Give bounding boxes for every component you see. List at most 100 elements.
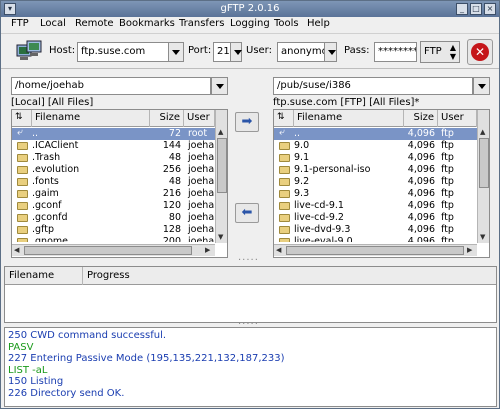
local-file-row[interactable]: .Trash 48 joehab <box>12 152 215 164</box>
local-path-input[interactable]: /home/joehab <box>11 77 211 95</box>
transfer-queue[interactable]: Filename Progress <box>4 266 497 323</box>
folder-icon <box>17 190 28 198</box>
right-arrow-icon: ➡ <box>241 114 253 129</box>
local-file-list[interactable]: ⇅ Filename Size User ⤶.. 72 root .ICAClient… <box>11 109 228 258</box>
maximize-icon[interactable]: □ <box>470 3 482 15</box>
local-file-row[interactable]: ⤶.. 72 root <box>12 128 215 140</box>
remote-col-filename[interactable]: Filename <box>294 110 404 127</box>
remote-path-input[interactable]: /pub/suse/i386 <box>273 77 473 95</box>
log-line: LIST -aL <box>8 364 48 376</box>
file-size: 216 <box>162 188 181 199</box>
remote-file-row[interactable]: 9.3 4,096 ftp <box>274 188 477 200</box>
download-button[interactable]: ⬅ <box>235 203 259 223</box>
protocol-select[interactable]: FTP ▲ ▼ <box>420 41 460 63</box>
file-size: 4,096 <box>407 212 435 223</box>
menu-remote[interactable]: Remote <box>75 18 114 29</box>
queue-col-progress[interactable]: Progress <box>83 267 496 285</box>
menu-help[interactable]: Help <box>307 18 330 29</box>
log-line: 226 Directory send OK. <box>8 387 125 399</box>
close-icon[interactable]: × <box>484 3 496 15</box>
scroll-up-icon[interactable]: ▲ <box>218 128 223 136</box>
user-history-dropdown[interactable] <box>324 42 337 62</box>
local-file-row[interactable]: .fonts 48 joehab <box>12 176 215 188</box>
local-file-row[interactable]: .evolution 256 joehab <box>12 164 215 176</box>
file-user: ftp <box>441 188 454 199</box>
local-file-row[interactable]: .gaim 216 joehab <box>12 188 215 200</box>
remote-file-list[interactable]: ⇅ Filename Size User ⤶.. 4,096 ftp 9.0 4,096… <box>273 109 490 258</box>
user-input[interactable]: anonymou <box>277 42 325 62</box>
file-user: ftp <box>441 164 454 175</box>
file-name: .evolution <box>32 164 80 175</box>
sort-icon[interactable]: ⇅ <box>274 110 294 127</box>
password-input[interactable]: ********** <box>374 42 417 62</box>
remote-col-size[interactable]: Size <box>404 110 438 127</box>
menu-logging[interactable]: Logging <box>230 18 270 29</box>
local-vscroll[interactable]: ▲ ▼ <box>215 110 227 243</box>
menu-local[interactable]: Local <box>40 18 66 29</box>
file-user: joehab <box>188 224 215 235</box>
local-file-row[interactable]: .ICAClient 144 joehab <box>12 140 215 152</box>
remote-file-row[interactable]: 9.2 4,096 ftp <box>274 176 477 188</box>
remote-path-dropdown[interactable] <box>473 77 490 95</box>
local-file-row[interactable]: .gconf 120 joehab <box>12 200 215 212</box>
log-line: 227 Entering Passive Mode (195,135,221,1… <box>8 353 285 364</box>
file-name: live-cd-9.2 <box>294 212 344 223</box>
file-name: live-eval-9.0 <box>294 236 353 242</box>
local-hscroll[interactable]: ◀ ▶ <box>12 244 215 256</box>
remote-hscroll-thumb[interactable] <box>286 246 464 255</box>
queue-col-filename[interactable]: Filename <box>5 267 83 285</box>
port-input[interactable]: 21 <box>213 42 231 62</box>
remote-file-row[interactable]: live-dvd-9.3 4,096 ftp <box>274 224 477 236</box>
connect-icon[interactable] <box>15 37 43 65</box>
file-user: ftp <box>441 236 454 242</box>
scroll-down-icon[interactable]: ▼ <box>218 233 223 241</box>
host-input[interactable]: ftp.suse.com <box>77 42 169 62</box>
file-user: ftp <box>441 224 454 235</box>
remote-vscroll[interactable]: ▲ ▼ <box>477 110 489 243</box>
log-line: 150 Listing <box>8 376 64 387</box>
remote-file-row[interactable]: 9.1-personal-iso 4,096 ftp <box>274 164 477 176</box>
scroll-up-icon[interactable]: ▲ <box>480 128 485 136</box>
local-file-row[interactable]: .gnome 200 joehab <box>12 236 215 242</box>
minimize-icon[interactable]: _ <box>456 3 468 15</box>
remote-col-user[interactable]: User <box>438 110 477 127</box>
disconnect-button[interactable]: ✕ <box>467 39 493 65</box>
remote-file-row[interactable]: 9.0 4,096 ftp <box>274 140 477 152</box>
local-col-filename[interactable]: Filename <box>32 110 150 127</box>
menu-transfers[interactable]: Transfers <box>179 18 224 29</box>
file-size: 4,096 <box>407 140 435 151</box>
remote-file-row[interactable]: live-cd-9.2 4,096 ftp <box>274 212 477 224</box>
remote-hscroll[interactable]: ◀ ▶ <box>274 244 477 256</box>
remote-file-row[interactable]: live-eval-9.0 4,096 ftp <box>274 236 477 242</box>
menu-bookmarks[interactable]: Bookmarks <box>119 18 175 29</box>
local-path-dropdown[interactable] <box>211 77 228 95</box>
scroll-left-icon[interactable]: ◀ <box>14 246 19 254</box>
app-window: ▾ gFTP 2.0.16 _ □ × FTP Local Remote Boo… <box>0 0 500 409</box>
scroll-left-icon[interactable]: ◀ <box>276 246 281 254</box>
scroll-right-icon[interactable]: ▶ <box>467 246 472 254</box>
scroll-down-icon[interactable]: ▼ <box>480 233 485 241</box>
file-name: live-dvd-9.3 <box>294 224 351 235</box>
local-col-user[interactable]: User <box>184 110 215 127</box>
menu-bar: FTP Local Remote Bookmarks Transfers Log… <box>1 17 499 32</box>
log-line: PASV <box>8 341 34 353</box>
pane-splitter[interactable] <box>1 252 499 265</box>
scroll-right-icon[interactable]: ▶ <box>205 246 210 254</box>
local-file-row[interactable]: .gconfd 80 joehab <box>12 212 215 224</box>
port-history-dropdown[interactable] <box>230 42 242 62</box>
host-history-dropdown[interactable] <box>168 42 184 62</box>
local-file-row[interactable]: .gftp 128 joehab <box>12 224 215 236</box>
file-name: 9.3 <box>294 188 310 199</box>
local-hscroll-thumb[interactable] <box>24 246 192 255</box>
remote-file-row[interactable]: 9.1 4,096 ftp <box>274 152 477 164</box>
upload-button[interactable]: ➡ <box>235 112 259 132</box>
remote-file-row[interactable]: ⤶.. 4,096 ftp <box>274 128 477 140</box>
sort-icon[interactable]: ⇅ <box>12 110 32 127</box>
menu-ftp[interactable]: FTP <box>11 18 29 29</box>
file-name: .gftp <box>32 224 54 235</box>
local-col-size[interactable]: Size <box>150 110 184 127</box>
local-vscroll-thumb[interactable] <box>217 138 227 193</box>
remote-file-row[interactable]: live-cd-9.1 4,096 ftp <box>274 200 477 212</box>
remote-vscroll-thumb[interactable] <box>479 138 489 188</box>
menu-tools[interactable]: Tools <box>274 18 299 29</box>
